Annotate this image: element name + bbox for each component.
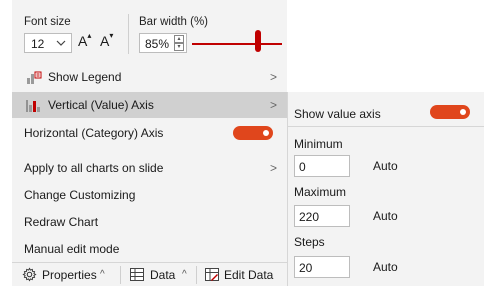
minimum-label: Minimum <box>294 137 343 151</box>
steps-label: Steps <box>294 235 325 249</box>
minimum-auto-label[interactable]: Auto <box>373 159 398 173</box>
chevron-right-icon: > <box>269 98 277 112</box>
value-axis-panel: Show value axis Minimum 0 Auto Maximum 2… <box>287 92 484 286</box>
apply-all-label: Apply to all charts on slide <box>24 161 164 175</box>
edit-data-label: Edit Data <box>224 268 274 282</box>
format-row: Font size 12 A▴ A▾ Bar width (%) 85% ▴ ▾ <box>12 0 287 62</box>
steps-value: 20 <box>299 261 313 275</box>
manual-edit-label: Manual edit mode <box>24 242 120 256</box>
menu-item-vertical-axis[interactable]: Vertical (Value) Axis > <box>12 92 287 118</box>
bar-width-value: 85% <box>145 37 170 51</box>
properties-button[interactable]: Properties ^ <box>16 263 116 286</box>
menu-item-redraw-chart[interactable]: Redraw Chart <box>12 209 287 235</box>
change-customizing-label: Change Customizing <box>24 188 136 202</box>
redraw-chart-label: Redraw Chart <box>24 215 99 229</box>
menu-item-show-legend[interactable]: Show Legend > <box>12 64 287 90</box>
separator <box>196 266 197 284</box>
separator <box>128 14 129 54</box>
menu-item-horizontal-axis[interactable]: Horizontal (Category) Axis <box>12 120 287 146</box>
minimum-input[interactable]: 0 <box>294 155 350 177</box>
font-size-value: 12 <box>31 37 45 51</box>
bottom-toolbar: Properties ^ Data ^ Edit Data <box>12 262 287 286</box>
data-label: Data <box>150 268 176 282</box>
gear-icon <box>22 267 37 285</box>
separator <box>120 266 121 284</box>
show-value-axis-toggle[interactable] <box>430 105 470 119</box>
bar-width-slider-track[interactable] <box>192 43 282 45</box>
bar-width-slider-thumb[interactable] <box>255 30 261 52</box>
font-size-select[interactable]: 12 <box>24 33 72 53</box>
spinner-up-icon[interactable]: ▴ <box>174 35 184 43</box>
menu-item-manual-edit[interactable]: Manual edit mode <box>12 236 287 262</box>
bar-width-spinner[interactable]: ▴ ▾ <box>174 35 184 51</box>
divider <box>288 126 484 127</box>
spinner-down-icon[interactable]: ▾ <box>174 43 184 51</box>
increase-font-icon[interactable]: A▴ <box>78 31 91 49</box>
font-size-label: Font size <box>24 16 71 28</box>
chevron-right-icon: > <box>269 70 277 84</box>
properties-label: Properties <box>42 268 97 282</box>
edit-data-icon <box>205 268 219 284</box>
show-legend-label: Show Legend <box>48 70 122 84</box>
maximum-value: 220 <box>299 210 320 224</box>
decrease-font-icon[interactable]: A▾ <box>100 31 113 49</box>
steps-input[interactable]: 20 <box>294 256 350 278</box>
horizontal-axis-toggle[interactable] <box>233 126 273 140</box>
chevron-down-icon <box>56 36 66 53</box>
table-icon <box>130 268 144 284</box>
legend-icon <box>26 71 42 85</box>
chevron-up-icon: ^ <box>182 269 187 280</box>
menu-item-apply-all[interactable]: Apply to all charts on slide > <box>12 155 287 181</box>
edit-data-button[interactable]: Edit Data <box>200 263 286 286</box>
bar-width-label: Bar width (%) <box>139 16 209 28</box>
minimum-value: 0 <box>299 160 306 174</box>
chart-properties-menu: Font size 12 A▴ A▾ Bar width (%) 85% ▴ ▾ <box>12 0 287 286</box>
menu-item-change-customizing[interactable]: Change Customizing <box>12 182 287 208</box>
data-button[interactable]: Data ^ <box>124 263 194 286</box>
bar-chart-icon <box>26 99 42 113</box>
chevron-right-icon: > <box>269 161 277 175</box>
maximum-label: Maximum <box>294 185 347 199</box>
bar-width-input[interactable]: 85% ▴ ▾ <box>139 33 187 53</box>
maximum-auto-label[interactable]: Auto <box>373 209 398 223</box>
horizontal-axis-label: Horizontal (Category) Axis <box>24 126 164 140</box>
steps-auto-label[interactable]: Auto <box>373 260 398 274</box>
chevron-up-icon: ^ <box>100 269 105 280</box>
maximum-input[interactable]: 220 <box>294 205 350 227</box>
vertical-axis-label: Vertical (Value) Axis <box>48 98 154 112</box>
show-value-axis-label: Show value axis <box>294 107 381 121</box>
